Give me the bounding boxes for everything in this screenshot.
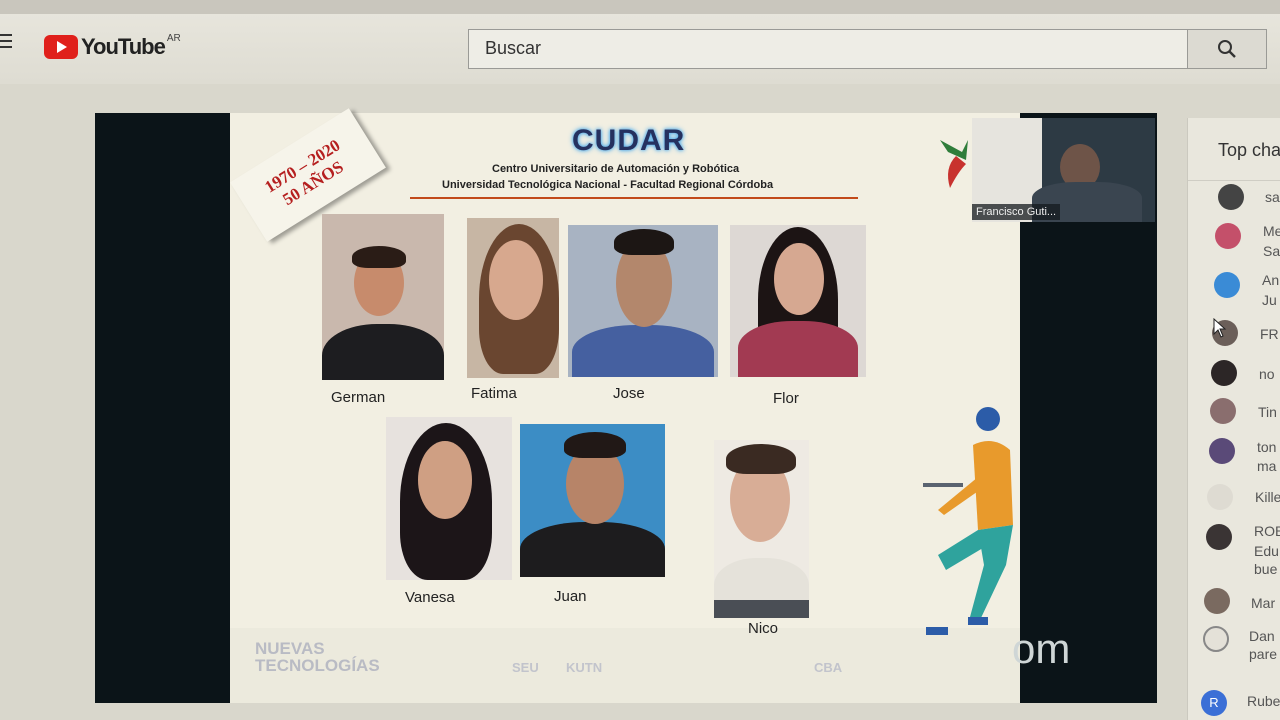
slide-title: CUDAR: [572, 124, 686, 157]
photo-fatima: [467, 218, 559, 378]
photo-vanesa: [386, 417, 512, 580]
zoom-watermark: om: [1012, 625, 1071, 672]
photo-german: [322, 214, 444, 380]
youtube-logo[interactable]: YouTube AR: [44, 32, 181, 60]
mouse-cursor-icon: [1213, 318, 1227, 338]
photo-juan: [520, 424, 665, 577]
chat-avatar: [1214, 272, 1240, 298]
chat-avatar: R: [1201, 690, 1227, 716]
chat-avatar: [1211, 360, 1237, 386]
search-input[interactable]: Buscar: [468, 29, 1188, 69]
chat-avatar: [1209, 438, 1235, 464]
chat-avatar: [1218, 184, 1244, 210]
chat-author: ROB: [1254, 523, 1280, 539]
chat-text: pare: [1249, 646, 1278, 662]
chat-author: Tin: [1258, 404, 1277, 420]
chat-avatar: [1206, 524, 1232, 550]
search-placeholder: Buscar: [485, 38, 542, 58]
chat-author: sa: [1265, 189, 1280, 205]
chat-title[interactable]: Top cha: [1218, 140, 1280, 161]
name-jose: Jose: [613, 385, 645, 402]
search-icon: [1218, 40, 1236, 58]
chat-author: Rube: [1247, 693, 1280, 709]
chat-avatar: [1210, 398, 1236, 424]
participant-video: Francisco Guti...: [972, 118, 1155, 222]
chat-author: Dan: [1249, 628, 1275, 644]
logo-region: AR: [166, 32, 181, 44]
slide-subtitle-1: Centro Universitario de Automación y Rob…: [492, 163, 740, 175]
avatar-letter: R: [1209, 695, 1219, 710]
cba-logo: CBA: [814, 660, 843, 675]
chat-author: ton: [1257, 439, 1277, 455]
name-german: German: [331, 389, 386, 406]
chat-author: no: [1259, 366, 1275, 382]
chat-text: Sa: [1263, 243, 1280, 259]
name-flor: Flor: [773, 390, 799, 407]
name-nico: Nico: [748, 620, 779, 637]
name-vanesa: Vanesa: [405, 589, 455, 606]
chat-avatar: [1207, 484, 1233, 510]
youtube-play-icon: [44, 35, 78, 59]
menu-icon[interactable]: [0, 34, 12, 48]
seu-logo: SEU: [512, 660, 539, 675]
chat-text: Edu bue: [1254, 543, 1279, 577]
photo-jose: [568, 225, 718, 377]
chat-author: An: [1262, 272, 1280, 288]
photo-nico: [714, 440, 809, 618]
search-button[interactable]: [1187, 29, 1267, 69]
chat-avatar: [1204, 588, 1230, 614]
chat-avatar: [1203, 626, 1229, 652]
logo-text: YouTube: [81, 34, 166, 59]
presentation-slide: [230, 113, 1020, 703]
slide-subtitle-2: Universidad Tecnológica Nacional - Facul…: [442, 179, 774, 191]
logo-line-1: NUEVAS: [255, 639, 325, 658]
chat-avatar: [1215, 223, 1241, 249]
nuevas-tecnologias-logo: NUEVAS TECNOLOGÍAS: [255, 640, 380, 674]
chat-author: FR: [1260, 326, 1279, 342]
logo-line-2: TECNOLOGÍAS: [255, 656, 380, 675]
name-fatima: Fatima: [471, 385, 517, 402]
chat-author: Me: [1263, 223, 1280, 239]
name-juan: Juan: [554, 588, 587, 605]
chat-text: ma: [1257, 458, 1277, 474]
kutn-logo: KUTN: [566, 660, 603, 675]
chat-text: Ju: [1262, 292, 1277, 308]
photo-flor: [730, 225, 866, 377]
chat-divider: [1188, 180, 1280, 181]
title-divider: [410, 197, 858, 199]
chat-author: Kille: [1255, 489, 1280, 505]
browser-top-strip: [0, 0, 1280, 14]
participant-name: Francisco Guti...: [972, 204, 1061, 220]
person-laptop-illustration: [923, 407, 1013, 635]
chat-author: Mar: [1251, 595, 1276, 611]
leaf-logo-icon: [940, 140, 968, 188]
